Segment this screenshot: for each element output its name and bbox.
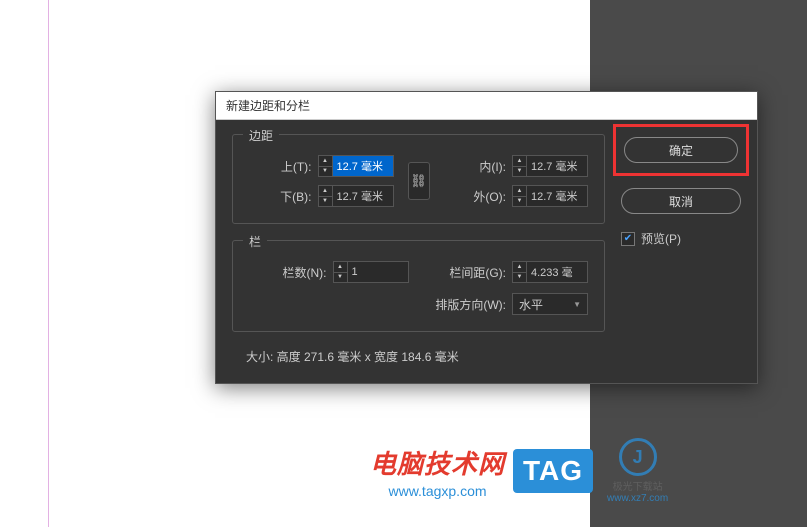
direction-select[interactable]: 水平 ▼ (512, 293, 588, 315)
watermark-area: 电脑技术网 www.tagxp.com TAG J 极光下载站 www.xz7.… (370, 438, 668, 504)
column-gutter-label: 栏间距(G): (449, 264, 506, 281)
watermark-site-url: www.tagxp.com (388, 483, 486, 499)
spinner-down-icon[interactable]: ▼ (319, 197, 332, 207)
column-gutter-spinner[interactable]: ▲ ▼ (512, 261, 588, 283)
column-count-spinner[interactable]: ▲ ▼ (333, 261, 409, 283)
tag-badge: TAG (513, 449, 593, 493)
watermark-site-cn: 电脑技术网 (370, 444, 505, 481)
jiguang-name: 极光下载站 (613, 478, 663, 493)
margin-bottom-row: 下(B): ▲ ▼ (249, 185, 394, 207)
preview-row: ✔ 预览(P) (621, 230, 741, 247)
margin-bottom-spinner[interactable]: ▲ ▼ (318, 185, 394, 207)
margin-inner-row: 内(I): ▲ ▼ (444, 155, 589, 177)
columns-legend: 栏 (243, 233, 267, 250)
jiguang-logo: J 极光下载站 www.xz7.com (607, 438, 668, 504)
direction-value: 水平 (519, 296, 543, 313)
margin-top-input[interactable] (332, 155, 394, 177)
spinner-down-icon[interactable]: ▼ (513, 273, 526, 283)
dialog-title: 新建边距和分栏 (216, 92, 757, 120)
spinner-up-icon[interactable]: ▲ (513, 156, 526, 167)
spinner-up-icon[interactable]: ▲ (319, 156, 332, 167)
margin-inner-spinner[interactable]: ▲ ▼ (512, 155, 588, 177)
spinner-up-icon[interactable]: ▲ (319, 186, 332, 197)
margins-fieldset: 边距 上(T): ▲ ▼ ⛓ 内(I) (232, 134, 605, 224)
margin-outer-row: 外(O): ▲ ▼ (444, 185, 589, 207)
spinner-down-icon[interactable]: ▼ (513, 167, 526, 177)
margins-legend: 边距 (243, 127, 279, 144)
margin-bottom-label: 下(B): (280, 188, 311, 205)
cancel-button[interactable]: 取消 (621, 188, 741, 214)
direction-row: 排版方向(W): 水平 ▼ (429, 293, 589, 315)
preview-checkbox[interactable]: ✔ (621, 232, 635, 246)
spinner-down-icon[interactable]: ▼ (334, 273, 347, 283)
column-count-row: 栏数(N): ▲ ▼ (249, 261, 409, 283)
size-readout: 大小: 高度 271.6 毫米 x 宽度 184.6 毫米 (232, 348, 605, 365)
column-count-label: 栏数(N): (283, 264, 327, 281)
column-count-input[interactable] (347, 261, 409, 283)
margin-top-row: 上(T): ▲ ▼ (249, 155, 394, 177)
spinner-down-icon[interactable]: ▼ (513, 197, 526, 207)
margin-outer-spinner[interactable]: ▲ ▼ (512, 185, 588, 207)
spinner-up-icon[interactable]: ▲ (334, 262, 347, 273)
direction-label: 排版方向(W): (435, 296, 506, 313)
preview-label: 预览(P) (641, 230, 681, 247)
chevron-down-icon: ▼ (573, 300, 581, 309)
spinner-up-icon[interactable]: ▲ (513, 262, 526, 273)
margin-outer-label: 外(O): (473, 188, 506, 205)
margin-top-label: 上(T): (281, 158, 312, 175)
margin-guide (48, 0, 49, 527)
spinner-up-icon[interactable]: ▲ (513, 186, 526, 197)
ok-highlight-box: 确定 (613, 124, 749, 176)
margin-inner-input[interactable] (526, 155, 588, 177)
margin-bottom-input[interactable] (332, 185, 394, 207)
margins-columns-dialog: 新建边距和分栏 边距 上(T): ▲ ▼ (215, 91, 758, 384)
column-gutter-input[interactable] (526, 261, 588, 283)
column-gutter-row: 栏间距(G): ▲ ▼ (429, 261, 589, 283)
link-margins-icon[interactable]: ⛓ (408, 162, 430, 200)
columns-fieldset: 栏 栏数(N): ▲ ▼ 栏间距(G): (232, 240, 605, 332)
jiguang-url: www.xz7.com (607, 493, 668, 504)
ok-button[interactable]: 确定 (624, 137, 738, 163)
margin-inner-label: 内(I): (479, 158, 506, 175)
jiguang-icon: J (619, 438, 657, 476)
margin-top-spinner[interactable]: ▲ ▼ (318, 155, 394, 177)
margin-outer-input[interactable] (526, 185, 588, 207)
spinner-down-icon[interactable]: ▼ (319, 167, 332, 177)
